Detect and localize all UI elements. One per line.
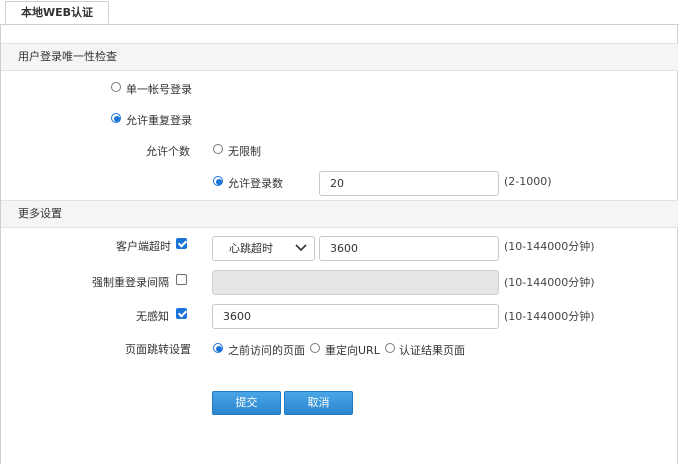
- submit-button[interactable]: 提交: [212, 391, 281, 415]
- unlimited-radio[interactable]: [213, 144, 223, 154]
- allow-count-label: 允许个数: [146, 145, 190, 158]
- section-header-more-settings: [1, 200, 678, 228]
- redirect-url-radio[interactable]: [310, 343, 320, 353]
- client-timeout-range: (10-144000分钟): [504, 240, 595, 253]
- redirect-settings-label: 页面跳转设置: [125, 343, 191, 356]
- redirect-auth-result-label: 认证结果页面: [399, 344, 465, 357]
- section-title-login-uniqueness: 用户登录唯一性检查: [18, 50, 117, 63]
- client-timeout-input[interactable]: 3600: [319, 236, 499, 261]
- timeout-mode-select[interactable]: 心跳超时: [212, 236, 315, 261]
- single-login-radio[interactable]: [111, 82, 121, 92]
- seamless-label: 无感知: [136, 310, 169, 323]
- allowed-logins-range: (2-1000): [504, 175, 552, 188]
- redirect-previous-page-radio[interactable]: [213, 343, 223, 353]
- section-title-more-settings: 更多设置: [18, 207, 62, 220]
- unlimited-label: 无限制: [228, 145, 261, 158]
- client-timeout-checkbox[interactable]: [176, 238, 187, 249]
- force-relogin-checkbox[interactable]: [176, 274, 187, 285]
- single-login-label: 单一帐号登录: [126, 83, 192, 96]
- seamless-timeout-input[interactable]: 3600: [212, 304, 499, 329]
- allow-repeat-login-label: 允许重复登录: [126, 114, 192, 127]
- timeout-mode-value: 心跳超时: [229, 242, 273, 255]
- force-relogin-label: 强制重登录间隔: [92, 276, 169, 289]
- allowed-logins-label: 允许登录数: [228, 177, 283, 190]
- allowed-logins-radio[interactable]: [213, 176, 223, 186]
- redirect-previous-page-label: 之前访问的页面: [228, 344, 305, 357]
- seamless-checkbox[interactable]: [176, 308, 187, 319]
- force-relogin-range: (10-144000分钟): [504, 276, 595, 289]
- redirect-auth-result-radio[interactable]: [385, 343, 395, 353]
- chevron-down-icon: [295, 244, 307, 252]
- seamless-range: (10-144000分钟): [504, 310, 595, 323]
- force-relogin-input[interactable]: [212, 270, 499, 295]
- client-timeout-label: 客户端超时: [116, 240, 171, 253]
- allowed-logins-input[interactable]: 20: [319, 171, 499, 196]
- tab-local-web-auth[interactable]: 本地WEB认证: [5, 1, 109, 24]
- redirect-url-label: 重定向URL: [325, 344, 380, 357]
- allow-repeat-login-radio[interactable]: [111, 113, 121, 123]
- cancel-button[interactable]: 取消: [284, 391, 353, 415]
